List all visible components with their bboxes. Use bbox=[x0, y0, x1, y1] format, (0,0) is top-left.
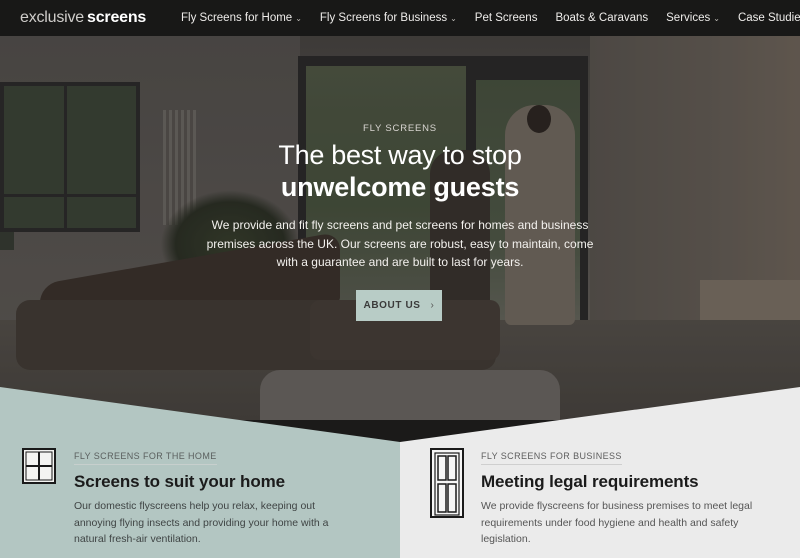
service-panels: FLY SCREENS FOR THE HOME Screens to suit… bbox=[0, 360, 800, 558]
nav-item-case-studies[interactable]: Case Studies bbox=[738, 12, 800, 24]
window-icon bbox=[22, 448, 56, 484]
nav-item-label: Boats & Caravans bbox=[555, 12, 649, 24]
site-logo[interactable]: exclusive screens bbox=[20, 9, 146, 27]
top-navigation: exclusive screens Fly Screens for Home ⌄ … bbox=[0, 0, 800, 36]
about-us-label: ABOUT US bbox=[363, 300, 421, 311]
hero-headline-line2: unwelcome guests bbox=[280, 172, 520, 202]
nav-item-boats-caravans[interactable]: Boats & Caravans bbox=[555, 12, 648, 24]
nav-item-services[interactable]: Services ⌄ bbox=[666, 12, 720, 24]
panel-home-text: Our domestic flyscreens help you relax, … bbox=[74, 500, 329, 545]
panel-home-title[interactable]: Screens to suit your home bbox=[74, 472, 374, 492]
chevron-down-icon: ⌄ bbox=[450, 13, 457, 23]
panel-home-content: FLY SCREENS FOR THE HOME Screens to suit… bbox=[74, 446, 374, 548]
main-menu: Fly Screens for Home ⌄ Fly Screens for B… bbox=[181, 0, 800, 36]
panel-business-content: FLY SCREENS FOR BUSINESS Meeting legal r… bbox=[481, 446, 781, 548]
nav-item-label: Pet Screens bbox=[474, 12, 538, 24]
nav-item-fly-screens-business[interactable]: Fly Screens for Business ⌄ bbox=[320, 12, 457, 24]
logo-text-light: exclusive bbox=[20, 9, 85, 26]
hero-eyebrow: FLY SCREENS bbox=[363, 123, 437, 134]
nav-item-label: Fly Screens for Business bbox=[319, 12, 448, 24]
chevron-right-icon: › bbox=[430, 300, 435, 311]
nav-item-label: Services bbox=[666, 12, 711, 24]
door-icon bbox=[430, 448, 464, 518]
panel-business-eyebrow: FLY SCREENS FOR BUSINESS bbox=[481, 451, 622, 465]
nav-item-label: Case Studies bbox=[737, 12, 800, 24]
hero-background bbox=[0, 0, 800, 420]
panel-home-eyebrow: FLY SCREENS FOR THE HOME bbox=[74, 451, 217, 465]
nav-item-pet-screens[interactable]: Pet Screens bbox=[475, 12, 538, 24]
hero-description: We provide and fit fly screens and pet s… bbox=[206, 218, 594, 269]
hero-headline-line1: The best way to stop bbox=[278, 140, 522, 170]
chevron-down-icon: ⌄ bbox=[713, 13, 720, 23]
panel-business-text: We provide flyscreens for business premi… bbox=[481, 500, 753, 545]
panel-business-title[interactable]: Meeting legal requirements bbox=[481, 472, 781, 492]
logo-text-bold: screens bbox=[87, 9, 147, 26]
hero-overlay bbox=[0, 0, 800, 420]
nav-item-fly-screens-home[interactable]: Fly Screens for Home ⌄ bbox=[181, 12, 302, 24]
chevron-down-icon: ⌄ bbox=[295, 13, 302, 23]
about-us-button[interactable]: ABOUT US › bbox=[356, 290, 442, 321]
nav-item-label: Fly Screens for Home bbox=[181, 12, 293, 24]
